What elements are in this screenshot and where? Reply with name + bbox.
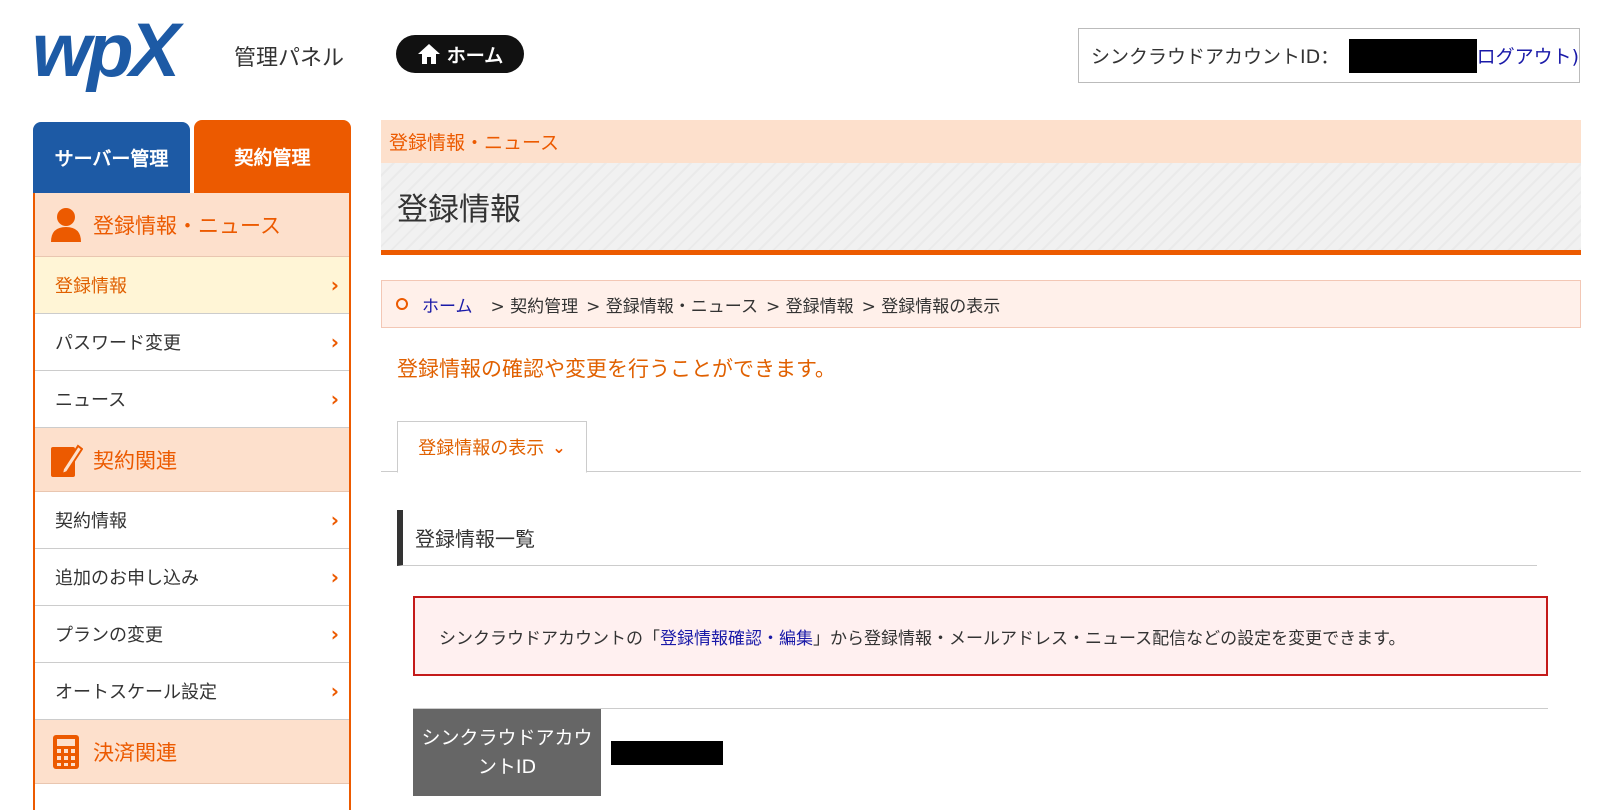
account-box: シンクラウドアカウントID： ログアウト)	[1078, 28, 1580, 83]
wpx-logo[interactable]: wpX	[32, 14, 212, 96]
sidebar-item-additional-application[interactable]: 追加のお申し込み ›	[35, 549, 349, 606]
sidebar-item-label: ニュース	[55, 390, 127, 411]
breadcrumb-home-link[interactable]: ホーム	[422, 292, 473, 317]
chevron-down-icon: ⌄	[552, 437, 566, 457]
section-registration-news: 登録情報・ニュース	[35, 193, 349, 257]
notice-text-before: シンクラウドアカウントの「	[439, 628, 660, 649]
section-title: 契約関連	[93, 448, 177, 473]
registration-edit-link[interactable]: 登録情報確認・編集	[660, 624, 813, 649]
sidebar-item-label: オートスケール設定	[55, 682, 217, 703]
sidebar-item-password-change[interactable]: パスワード変更 ›	[35, 314, 349, 371]
sidebar-item-news[interactable]: ニュース ›	[35, 371, 349, 428]
info-table: シンクラウドアカウントID	[413, 708, 1548, 796]
section-contract: 契約関連	[35, 428, 349, 492]
tab-contract-management[interactable]: 契約管理	[194, 120, 351, 193]
chevron-right-icon: ›	[330, 679, 339, 703]
notice-box: シンクラウドアカウントの「 登録情報確認・編集 」から登録情報・メールアドレス・…	[413, 596, 1548, 676]
main-content: 登録情報・ニュース 登録情報 ホーム > 契約管理 > 登録情報・ニュース > …	[381, 120, 1581, 796]
tab-server-management[interactable]: サーバー管理	[33, 122, 190, 193]
tab-label: 登録情報の表示	[418, 438, 545, 459]
sidebar-item-autoscale-settings[interactable]: オートスケール設定 ›	[35, 663, 349, 720]
header: wpX 管理パネル ホーム シンクラウドアカウントID： ログアウト)	[0, 0, 1600, 110]
breadcrumb: ホーム > 契約管理 > 登録情報・ニュース > 登録情報 > 登録情報の表示	[381, 280, 1581, 328]
logout-link[interactable]: ログアウト)	[1477, 42, 1579, 69]
account-id-label: シンクラウドアカウントID：	[1091, 46, 1340, 68]
section-crumb: 登録情報・ニュース	[381, 120, 1581, 163]
lead-text: 登録情報の確認や変更を行うことができます。	[397, 357, 836, 381]
section-heading: 登録情報一覧	[397, 510, 1537, 566]
svg-text:wpX: wpX	[32, 14, 185, 93]
chevron-right-icon: ›	[330, 508, 339, 532]
breadcrumb-item: > 登録情報・ニュース	[586, 296, 758, 317]
home-icon	[417, 44, 440, 64]
breadcrumb-item: > 契約管理	[490, 296, 579, 317]
subtab-bar: 登録情報の表示 ⌄	[381, 421, 1581, 473]
table-row-value	[601, 709, 1548, 796]
chevron-right-icon: ›	[330, 565, 339, 589]
home-button-label: ホーム	[446, 44, 504, 67]
chevron-right-icon: ›	[330, 330, 339, 354]
sidebar-item-label: 登録情報	[55, 276, 127, 297]
sidebar-item-label: 契約情報	[55, 511, 127, 532]
sidebar-tabs: サーバー管理 契約管理	[33, 120, 351, 193]
user-icon	[51, 207, 81, 242]
chevron-right-icon: ›	[330, 387, 339, 411]
notice-text-after: 」から登録情報・メールアドレス・ニュース配信などの設定を変更できます。	[813, 628, 1406, 649]
home-button[interactable]: ホーム	[396, 35, 524, 73]
page-title: 登録情報	[381, 163, 1581, 255]
redacted-value	[611, 740, 723, 765]
tab-registration-display[interactable]: 登録情報の表示 ⌄	[397, 421, 587, 473]
section-payment: 決済関連	[35, 720, 349, 784]
sidebar-item-label: パスワード変更	[55, 333, 181, 354]
document-edit-icon	[51, 444, 83, 477]
chevron-right-icon: ›	[330, 273, 339, 297]
sidebar-item-plan-change[interactable]: プランの変更 ›	[35, 606, 349, 663]
panel-label: 管理パネル	[234, 46, 345, 71]
sidebar-item-contract-info[interactable]: 契約情報 ›	[35, 492, 349, 549]
table-row-label: シンクラウドアカウントID	[413, 709, 601, 796]
sidebar-body: 登録情報・ニュース 登録情報 › パスワード変更 › ニュース › 契約関連 契…	[33, 193, 351, 810]
section-title: 登録情報・ニュース	[93, 213, 281, 238]
chevron-right-icon: ›	[330, 622, 339, 646]
breadcrumb-item: > 登録情報	[765, 296, 854, 317]
sidebar-item-label: 追加のお申し込み	[55, 568, 199, 589]
sidebar-item-registration-info[interactable]: 登録情報 ›	[35, 257, 349, 314]
calculator-icon	[53, 734, 79, 769]
sidebar: サーバー管理 契約管理 登録情報・ニュース 登録情報 › パスワード変更 › ニ…	[33, 120, 351, 810]
circle-icon	[396, 298, 408, 310]
breadcrumb-item: > 登録情報の表示	[861, 296, 1001, 317]
redacted-account-id	[1349, 38, 1477, 73]
sidebar-item-label: プランの変更	[55, 625, 163, 646]
section-title: 決済関連	[93, 740, 177, 765]
